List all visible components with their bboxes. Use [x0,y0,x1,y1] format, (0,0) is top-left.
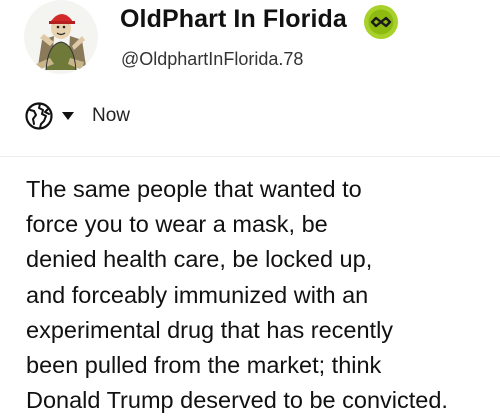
avatar-cartoon-icon [24,0,98,74]
globe-icon[interactable] [24,101,54,131]
post-line: experimental drug that has recently [26,316,394,343]
post-line: been pulled from the market; think [26,352,382,379]
post-timestamp: Now [92,105,131,126]
post-body: The same people that wanted to force you… [26,172,498,418]
author-username[interactable]: @OldphartInFlorida.78 [121,49,303,70]
avatar[interactable] [24,0,98,74]
post-line: and forceably immunized with an [26,281,369,308]
verified-badge-icon [364,5,398,39]
post-line: The same people that wanted to [26,176,362,202]
post-meta-row: Now [24,99,130,133]
caret-down-icon[interactable] [62,111,74,121]
author-display-name[interactable]: OldPhart In Florida [120,5,347,34]
post-line: force you to wear a mask, be [26,211,328,238]
divider [0,156,500,157]
post-line: Donald Trump deserved to be convicted. [26,387,448,414]
post-line: denied health care, be locked up, [26,246,373,273]
